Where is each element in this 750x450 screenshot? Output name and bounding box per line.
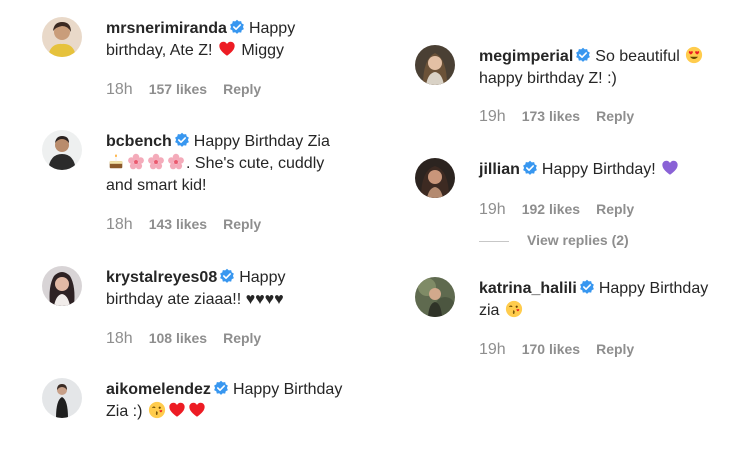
comment-meta: 19h 173 likes Reply	[479, 108, 634, 126]
username[interactable]: krystalreyes08	[106, 269, 217, 286]
username[interactable]: bcbench	[106, 133, 172, 150]
comment-text: Happy Birthday	[232, 381, 343, 398]
likes-count[interactable]: 192 likes	[522, 201, 580, 217]
comment-text: Happy Birthday Zia	[193, 133, 330, 150]
comment-meta: 19h 170 likes Reply	[479, 341, 634, 359]
likes-count[interactable]: 157 likes	[149, 81, 207, 97]
likes-count[interactable]: 143 likes	[149, 216, 207, 232]
cherry-blossom-icon	[167, 153, 185, 171]
verified-badge-icon	[522, 160, 538, 176]
reply-button[interactable]: Reply	[596, 201, 634, 217]
comment-text: . She's cute, cuddly	[186, 155, 325, 172]
cherry-blossom-icon	[147, 153, 165, 171]
comment-text: So beautiful	[595, 48, 680, 65]
comment-meta: 18h 143 likes Reply	[106, 216, 261, 234]
comment-meta: 19h 192 likes Reply	[479, 201, 634, 219]
reply-button[interactable]: Reply	[596, 108, 634, 124]
avatar[interactable]	[42, 266, 82, 306]
comment-text: Happy Birthday!	[541, 161, 656, 178]
avatar[interactable]	[42, 130, 82, 170]
comment-text: Happy Birthday	[598, 280, 709, 297]
verified-badge-icon	[213, 380, 229, 396]
comment-text: happy birthday Z! :)	[479, 70, 617, 87]
reply-button[interactable]: Reply	[596, 341, 634, 357]
reply-button[interactable]: Reply	[223, 216, 261, 232]
red-heart-icon	[168, 401, 186, 419]
comment-text: Happy	[248, 20, 296, 37]
verified-badge-icon	[579, 279, 595, 295]
view-replies-label: View replies (2)	[527, 232, 629, 248]
red-heart-icon	[218, 40, 236, 58]
avatar[interactable]	[415, 45, 455, 85]
replies-divider-line	[479, 240, 509, 242]
comment-text: Zia :)	[106, 403, 143, 420]
username[interactable]: aikomelendez	[106, 381, 211, 398]
verified-badge-icon	[575, 47, 591, 63]
comment-text: birthday ate ziaaa!! ♥♥♥♥	[106, 291, 284, 308]
comment-text: Happy	[239, 269, 286, 286]
username[interactable]: jillian	[479, 161, 520, 178]
verified-badge-icon	[219, 268, 235, 284]
timestamp[interactable]: 19h	[479, 341, 506, 358]
timestamp[interactable]: 19h	[479, 201, 506, 218]
kissing-face-icon	[148, 401, 166, 419]
comment-text: and smart kid!	[106, 177, 207, 194]
likes-count[interactable]: 173 likes	[522, 108, 580, 124]
username[interactable]: megimperial	[479, 48, 573, 65]
cake-icon	[107, 153, 125, 171]
reply-button[interactable]: Reply	[223, 330, 261, 346]
red-heart-icon	[188, 401, 206, 419]
username[interactable]: mrsnerimiranda	[106, 20, 227, 37]
heart-eyes-face-icon	[685, 46, 703, 64]
comment-meta: 18h 108 likes Reply	[106, 330, 261, 348]
likes-count[interactable]: 108 likes	[149, 330, 207, 346]
timestamp[interactable]: 18h	[106, 330, 133, 347]
comment-text: Miggy	[241, 42, 285, 59]
avatar[interactable]	[415, 277, 455, 317]
verified-badge-icon	[174, 132, 190, 148]
reply-button[interactable]: Reply	[223, 81, 261, 97]
timestamp[interactable]: 18h	[106, 81, 133, 98]
timestamp[interactable]: 19h	[479, 108, 506, 125]
comment-meta: 18h 157 likes Reply	[106, 81, 261, 99]
verified-badge-icon	[229, 19, 245, 35]
likes-count[interactable]: 170 likes	[522, 341, 580, 357]
username[interactable]: katrina_halili	[479, 280, 577, 297]
cherry-blossom-icon	[127, 153, 145, 171]
purple-heart-icon	[661, 159, 679, 177]
comment-text: zia	[479, 302, 500, 319]
timestamp[interactable]: 18h	[106, 216, 133, 233]
view-replies-button[interactable]: View replies (2)	[479, 232, 629, 248]
avatar[interactable]	[415, 158, 455, 198]
avatar[interactable]	[42, 17, 82, 57]
avatar[interactable]	[42, 378, 82, 418]
comment-text: birthday, Ate Z!	[106, 42, 213, 59]
kissing-face-icon	[505, 300, 523, 318]
